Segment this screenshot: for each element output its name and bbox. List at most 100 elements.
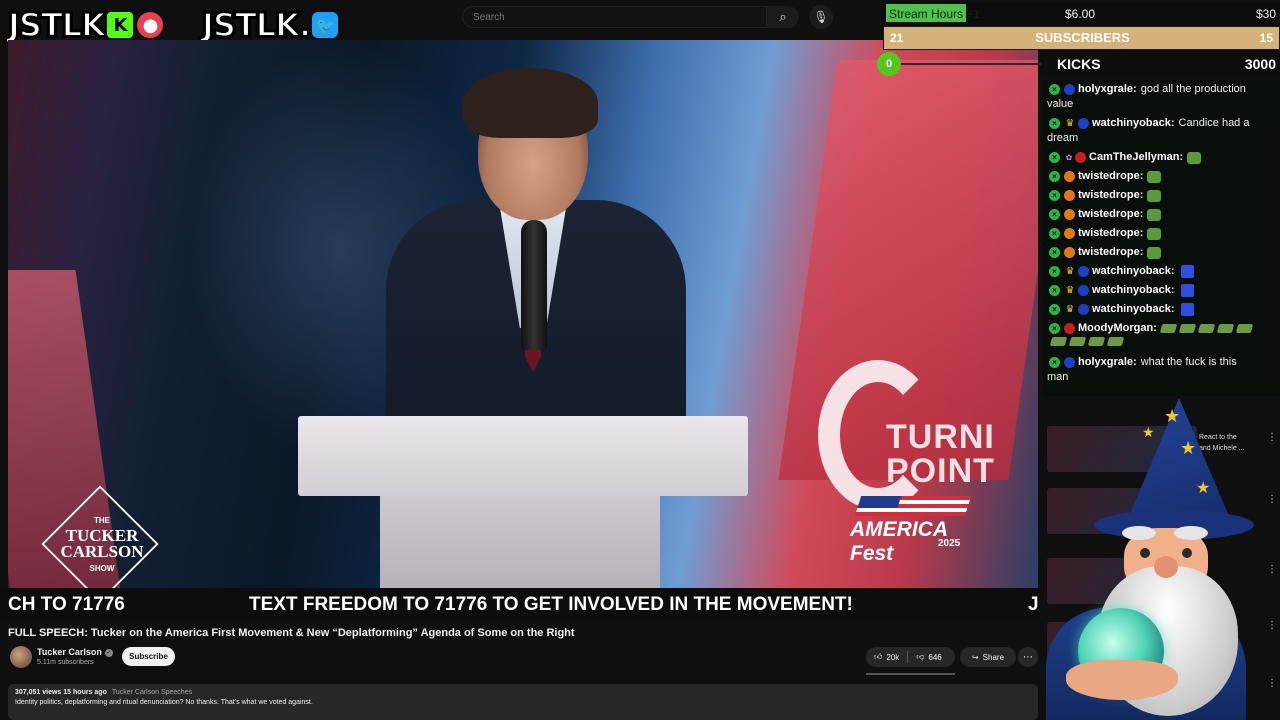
chat-username[interactable]: CamTheJellyman — [1089, 150, 1179, 165]
like-dislike-group: 👍︎ 20k 👎︎ 646 — [866, 647, 955, 667]
chat-message: × twistedrope: — [1043, 186, 1280, 205]
blue-emote-icon — [1180, 265, 1194, 278]
delete-message-icon[interactable]: × — [1049, 190, 1060, 201]
stream-hours-amount: $6.00 — [1065, 7, 1096, 21]
gun-emote-icon — [1087, 337, 1106, 346]
chat-username[interactable]: holyxgrale — [1078, 82, 1133, 97]
chat-username[interactable]: twistedrope — [1078, 245, 1140, 260]
like-button[interactable]: 👍︎ 20k — [866, 647, 907, 667]
user-badge-icon — [1078, 285, 1089, 296]
chat-text-continued: man — [1047, 371, 1069, 383]
event-name: AMERICA Fest — [850, 518, 948, 565]
delete-message-icon[interactable]: × — [1049, 118, 1060, 129]
recommendation-menu-icon[interactable]: ⋮ — [1267, 620, 1277, 631]
description-meta: 307,051 views 15 hours ago Tucker Carlso… — [15, 689, 1031, 696]
user-badge-icon — [1064, 323, 1075, 334]
delete-message-icon[interactable]: × — [1049, 84, 1060, 95]
kick-handle: JSTLK — [7, 5, 107, 45]
chat-colon: : — [1133, 83, 1137, 95]
gun-emote-icon — [1159, 324, 1178, 333]
backdrop-text: TURNI POINT — [886, 418, 995, 490]
gun-emote-icon — [1235, 324, 1254, 333]
star-icon: ★ — [1196, 480, 1211, 497]
stream-hours-title: Stream Hours — [889, 7, 964, 21]
recommendation-menu-icon[interactable]: ⋮ — [1267, 494, 1277, 505]
chat-message: × holyxgrale: god all the production value — [1043, 80, 1280, 114]
star-icon: ★ — [1164, 406, 1181, 426]
chat-username[interactable]: holyxgrale — [1078, 355, 1133, 370]
chat-username[interactable]: twistedrope — [1078, 226, 1140, 241]
chat-message: × MoodyMorgan: — [1043, 319, 1280, 353]
video-player[interactable]: TURNI POINT AMERICA Fest 2025 THE TUCKER… — [8, 40, 1038, 588]
subscribe-button[interactable]: Subscribe — [122, 647, 175, 666]
channel-name[interactable]: Tucker Carlson — [37, 647, 102, 657]
recommendation-menu-icon[interactable]: ⋮ — [1267, 564, 1277, 575]
chat-username[interactable]: twistedrope — [1078, 188, 1140, 203]
verified-icon: ✓ — [104, 648, 113, 657]
delete-message-icon[interactable]: × — [1049, 323, 1060, 334]
delete-message-icon[interactable]: × — [1049, 285, 1060, 296]
share-button[interactable]: ↪ Share — [960, 647, 1016, 667]
frog-emote-icon — [1147, 189, 1162, 202]
show-logo-name: TUCKER CARLSON — [60, 526, 144, 561]
subscribers-goal: SUBSCRIBERS 21 15 — [883, 26, 1280, 50]
chat-message: × twistedrope: — [1043, 224, 1280, 243]
chat-colon: : — [1139, 189, 1144, 201]
podium-top — [298, 416, 748, 496]
chat-text-continued: value — [1047, 98, 1074, 110]
chat-message: × twistedrope: — [1043, 167, 1280, 186]
chat-username[interactable]: watchinyoback — [1092, 116, 1171, 131]
delete-message-icon[interactable]: × — [1049, 247, 1060, 258]
delete-message-icon[interactable]: × — [1049, 304, 1060, 315]
upload-time: 15 hours ago — [63, 689, 107, 696]
twitter-logo: JSTLK. 🐦 — [201, 5, 339, 45]
gun-emote-icon — [1178, 324, 1197, 333]
delete-message-icon[interactable]: × — [1049, 171, 1060, 182]
chat-username[interactable]: watchinyoback — [1092, 283, 1171, 298]
video-title: FULL SPEECH: Tucker on the America First… — [8, 627, 575, 639]
ticker-fragment-left: CH TO 71776 — [8, 594, 125, 615]
delete-message-icon[interactable]: × — [1049, 357, 1060, 368]
chat-colon: : — [1139, 227, 1144, 239]
record-icon: ● — [136, 12, 163, 38]
recommendation-menu-icon[interactable]: ⋮ — [1267, 678, 1277, 689]
chat-colon: : — [1139, 170, 1144, 182]
dislike-button[interactable]: 👎︎ 646 — [908, 647, 949, 667]
stream-hours-target: $30 — [1255, 7, 1276, 21]
chat-username[interactable]: watchinyoback — [1092, 302, 1171, 317]
chat-text-continued: dream — [1047, 132, 1079, 144]
kicks-target: 3000 — [1244, 56, 1276, 72]
chat-emote-continued — [1047, 336, 1276, 351]
search-input[interactable]: Search — [462, 6, 767, 28]
chat-username[interactable]: MoodyMorgan — [1078, 321, 1153, 336]
delete-message-icon[interactable]: × — [1049, 228, 1060, 239]
user-badge-icon — [1064, 357, 1075, 368]
description-box[interactable]: 307,051 views 15 hours ago Tucker Carlso… — [8, 684, 1038, 720]
more-actions-button[interactable]: ⋯ — [1018, 647, 1038, 667]
stream-hours-goal: Stream Hours +1 $6.00 $30 — [883, 2, 1280, 24]
chat-message-line: × twistedrope: — [1047, 207, 1276, 222]
chat-message: × ♛ watchinyoback: Candice had a dream — [1043, 114, 1280, 148]
chat-colon: : — [1170, 265, 1175, 277]
delete-message-icon[interactable]: × — [1049, 266, 1060, 277]
frog-emote-icon — [1147, 246, 1162, 259]
voice-search-button[interactable]: 🎙 — [809, 5, 833, 29]
chat-username[interactable]: watchinyoback — [1092, 264, 1171, 279]
chat-username[interactable]: twistedrope — [1078, 207, 1140, 222]
wizard-eye — [1182, 548, 1192, 558]
channel-name-row[interactable]: Tucker Carlson ✓ — [37, 647, 113, 657]
playlist-tag[interactable]: Tucker Carlson Speeches — [112, 689, 192, 696]
recommendation-menu-icon[interactable]: ⋮ — [1267, 432, 1277, 443]
delete-message-icon[interactable]: × — [1049, 152, 1060, 163]
delete-message-icon[interactable]: × — [1049, 209, 1060, 220]
search-button[interactable]: ⌕ — [767, 6, 799, 28]
like-count: 20k — [886, 652, 900, 662]
chat-username[interactable]: twistedrope — [1078, 169, 1140, 184]
user-badge-icon — [1064, 84, 1075, 95]
chat-message-line: × twistedrope: — [1047, 169, 1276, 184]
channel-avatar[interactable] — [10, 646, 32, 668]
description-text: Identity politics, deplatforming and rit… — [15, 699, 313, 706]
show-logo-the: THE — [94, 516, 110, 525]
stream-hours-increment: +1 — [966, 7, 981, 21]
kick-logo: JSTLK K ● — [7, 5, 163, 45]
